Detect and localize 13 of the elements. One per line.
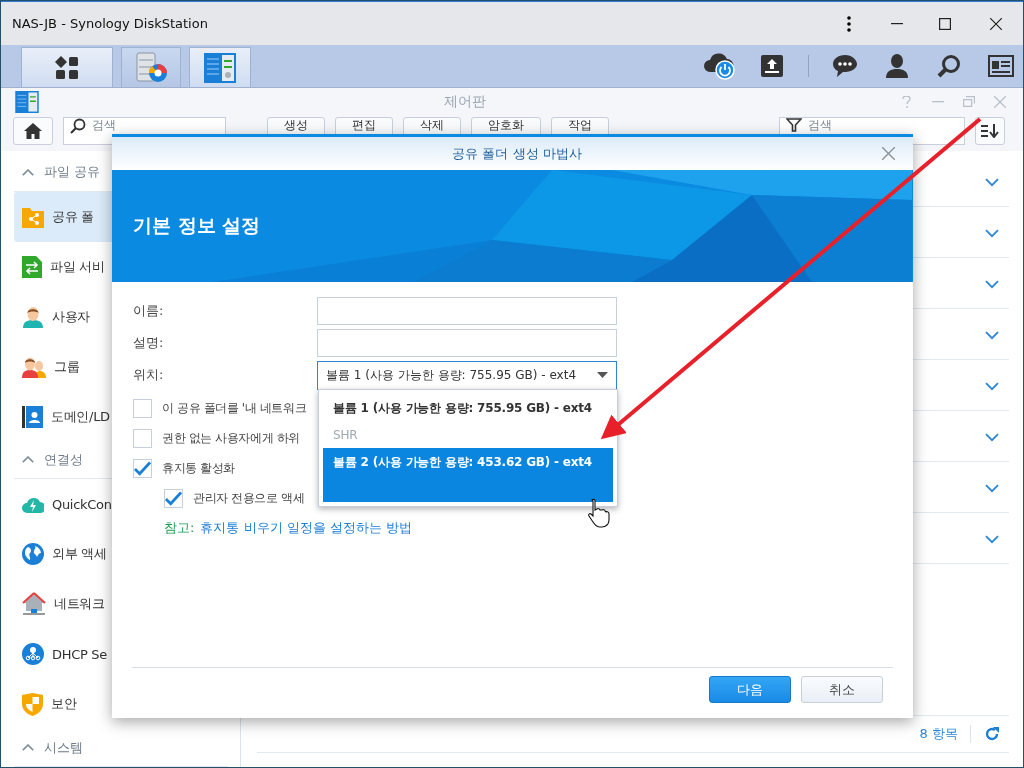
note-label: 참고:: [164, 519, 195, 537]
checkbox-label: 권한 없는 사용자에게 하위: [162, 429, 300, 447]
checkbox-label: 이 공유 폴더를 '내 네트워크: [162, 399, 307, 417]
dialog-title: 공유 폴더 생성 마법사: [451, 144, 583, 163]
field-label: 위치:: [133, 366, 165, 384]
option-group-label: SHR: [332, 427, 359, 444]
checkbox-label: 관리자 전용으로 액세: [193, 489, 305, 507]
field-label: 설명:: [133, 334, 165, 352]
panel-title: 제어판: [443, 92, 487, 111]
item-count: 8 항목: [919, 725, 971, 743]
field-label: 이름:: [133, 302, 165, 320]
window-title: NAS-JB - Synology DiskStation: [12, 16, 209, 31]
checkbox-label: 휴지통 활성화: [162, 459, 235, 477]
